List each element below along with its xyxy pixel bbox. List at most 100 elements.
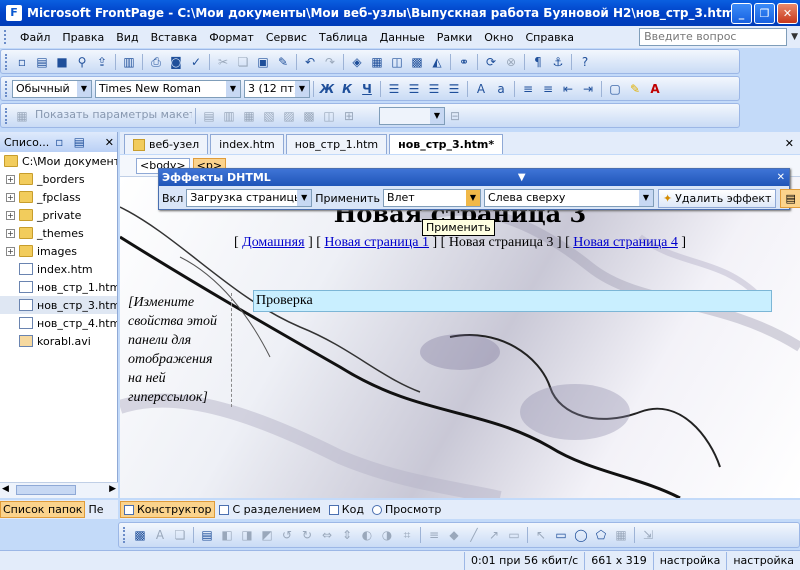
folder-item[interactable]: + _themes [0,224,117,242]
show-layout-button[interactable]: Показать параметры макета [32,107,192,125]
bold-button[interactable]: Ж [318,80,336,98]
menu-window[interactable]: Окно [478,31,519,44]
highlight-hotspots-icon[interactable]: ▦ [612,526,630,544]
close-button[interactable]: ✕ [777,2,798,24]
menu-insert[interactable]: Вставка [145,31,204,44]
expand-icon[interactable]: + [6,246,15,256]
link-page4[interactable]: Новая страница 4 [573,235,678,250]
close-icon[interactable]: ✕ [785,137,794,150]
selected-paragraph[interactable]: Проверка [253,290,772,312]
tab-code[interactable]: Код [325,501,368,518]
align-center-icon[interactable]: ☰ [405,80,423,98]
open-icon[interactable]: ▤ [33,53,51,71]
outdent-icon[interactable]: ⇤ [559,80,577,98]
italic-button[interactable]: К [338,80,356,98]
remove-effect-button[interactable]: ✦ Удалить эффект [657,188,777,208]
new-page-icon[interactable]: ▫ [50,133,68,151]
underline-icon[interactable]: Ч [358,80,376,98]
copy-icon[interactable]: ❏ [234,53,252,71]
menu-table[interactable]: Таблица [313,31,374,44]
undo-icon[interactable]: ↶ [301,53,319,71]
font-shrink-icon[interactable]: a [492,80,510,98]
border-icon[interactable]: ▢ [606,80,624,98]
highlight-effects-icon[interactable]: ▤ [780,188,800,208]
select-icon[interactable]: ↖ [532,526,550,544]
line-style-icon[interactable]: ≡ [425,526,443,544]
event-dropdown[interactable]: Загрузка страницы ▼ [186,189,313,207]
insert-table-icon[interactable]: ▦ [368,53,386,71]
tab-folder-list[interactable]: Список папок [0,501,86,518]
folder-item[interactable]: + _private [0,206,117,224]
horizontal-scrollbar[interactable]: ◀ ▶ [0,482,118,498]
minimize-button[interactable]: _ [731,2,752,24]
folder-item[interactable]: + images [0,242,117,260]
link-home[interactable]: Домашняя [242,235,304,250]
font-grow-icon[interactable]: A [472,80,490,98]
crop-icon[interactable]: ⌗ [398,526,416,544]
folder-item[interactable]: + _fpclass [0,188,117,206]
contrast-up-icon[interactable]: ◐ [358,526,376,544]
autofit-icon[interactable]: ⊞ [340,107,358,125]
menu-file[interactable]: Файл [14,31,56,44]
rotate-left-icon[interactable]: ↺ [278,526,296,544]
align-right-icon[interactable]: ☰ [425,80,443,98]
close-icon[interactable]: ✕ [777,172,785,183]
table-props-icon[interactable]: ▤ [200,107,218,125]
bring-forward-icon[interactable]: ◨ [238,526,256,544]
show-all-icon[interactable]: ¶ [529,53,547,71]
toolbar-grip[interactable] [4,30,8,44]
text-wrap-icon[interactable]: ▤ [198,526,216,544]
rectangle-icon[interactable]: ▭ [552,526,570,544]
ask-dropdown-icon[interactable]: ▼ [791,32,798,42]
search-icon[interactable]: ⚲ [73,53,91,71]
stop-icon[interactable]: ⊗ [502,53,520,71]
new-page-icon[interactable]: ▫ [13,53,31,71]
folder-item[interactable]: + _borders [0,170,117,188]
menu-data[interactable]: Данные [374,31,431,44]
preview-icon[interactable]: ◙ [167,53,185,71]
style-dropdown[interactable]: Обычный ▼ [12,79,92,98]
link-page1[interactable]: Новая страница 1 [324,235,429,250]
hyperlink-icon[interactable]: ⚭ [455,53,473,71]
font-color-icon[interactable]: A [646,80,664,98]
font-size-dropdown[interactable]: 3 (12 пт) ▼ [244,79,310,98]
new-folder-icon[interactable]: ▤ [70,133,88,151]
effect-dropdown[interactable]: Влет ▼ [382,189,481,207]
anchor-icon[interactable]: ⚓ [549,53,567,71]
numbering-icon[interactable]: ≡ [519,80,537,98]
tab-web-site[interactable]: веб-узел [124,134,209,154]
shared-border-text[interactable]: [Измените свойства этой панели для отобр… [128,293,232,407]
drawing-icon[interactable]: ◭ [428,53,446,71]
insert-layer-icon[interactable]: ◫ [388,53,406,71]
tab-index[interactable]: index.htm [210,134,284,154]
flip-v-icon[interactable]: ⇕ [338,526,356,544]
tab-page3[interactable]: нов_стр_3.htm* [389,134,504,154]
help-icon[interactable]: ? [576,53,594,71]
flip-h-icon[interactable]: ⇔ [318,526,336,544]
size-dropdown[interactable]: ▼ [379,106,445,125]
save-icon[interactable]: ■ [53,53,71,71]
ask-question-input[interactable]: Введите вопрос [639,28,788,46]
insert-row-icon[interactable]: ▦ [240,107,258,125]
insert-picture-icon[interactable]: ▩ [131,526,149,544]
align-left-icon[interactable]: ☰ [385,80,403,98]
autostretch-icon[interactable]: ⊟ [446,107,464,125]
format-painter-icon[interactable]: ✎ [274,53,292,71]
tab-preview[interactable]: Просмотр [368,501,445,518]
expand-icon[interactable]: + [6,174,15,184]
arrow-icon[interactable]: ↗ [485,526,503,544]
menu-format[interactable]: Формат [203,31,260,44]
menu-frames[interactable]: Рамки [431,31,478,44]
file-item[interactable]: index.htm [0,260,117,278]
expand-icon[interactable]: + [6,192,15,202]
cell-props-icon[interactable]: ▥ [220,107,238,125]
indent-icon[interactable]: ⇥ [579,80,597,98]
tab-design[interactable]: Конструктор [120,501,216,518]
hotspot-icon[interactable]: ▭ [505,526,523,544]
file-item[interactable]: нов_стр_3.htm [0,296,117,314]
bullets-icon[interactable]: ≡ [539,80,557,98]
insert-picture-icon[interactable]: ▩ [408,53,426,71]
tab-page1[interactable]: нов_стр_1.htm [285,134,388,154]
send-back-icon[interactable]: ◩ [258,526,276,544]
fill-icon[interactable]: ◆ [445,526,463,544]
